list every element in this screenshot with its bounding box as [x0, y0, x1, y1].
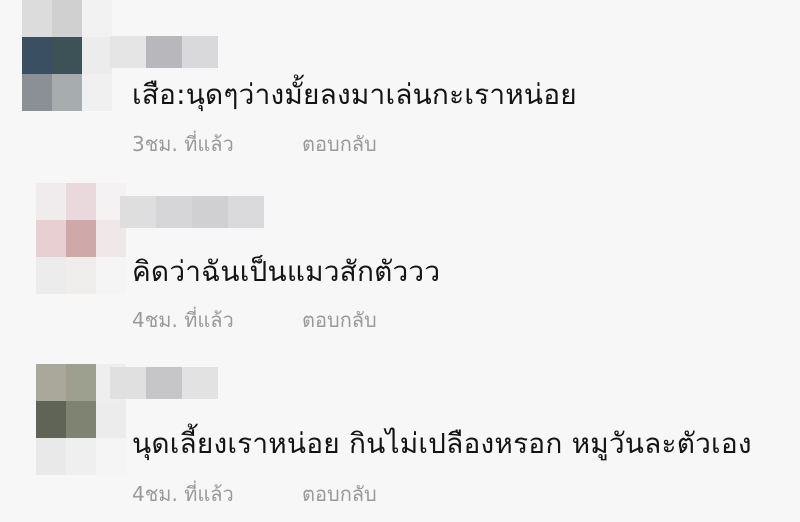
- avatar-pixel: [66, 220, 96, 257]
- avatar-pixel: [66, 438, 96, 475]
- reply-link[interactable]: ตอบกลับ: [302, 308, 377, 332]
- avatar[interactable]: [36, 183, 126, 295]
- commenter-name-blurred[interactable]: [120, 196, 264, 228]
- avatar-pixel: [52, 74, 82, 111]
- avatar-pixel: [82, 0, 112, 37]
- avatar-pixel: [36, 257, 66, 294]
- comment-meta: 4ชม. ที่แล้ว ตอบกลับ: [132, 478, 377, 510]
- comment-timestamp: 4ชม. ที่แล้ว: [132, 482, 234, 506]
- name-pixel: [120, 196, 156, 228]
- avatar-pixel: [66, 257, 96, 294]
- comment-text: เสือ:นุดๆว่างมั้ยลงมาเล่นกะเราหน่อย: [132, 78, 577, 111]
- avatar-pixel: [96, 257, 126, 294]
- avatar-pixel: [96, 401, 126, 438]
- name-pixel: [182, 36, 218, 68]
- avatar-pixel: [22, 0, 52, 37]
- avatar-pixel: [66, 183, 96, 220]
- commenter-name-blurred[interactable]: [110, 36, 218, 68]
- avatar-pixel: [96, 438, 126, 475]
- name-pixel: [146, 367, 182, 399]
- comment-thread: เสือ:นุดๆว่างมั้ยลงมาเล่นกะเราหน่อย 3ชม.…: [0, 0, 800, 522]
- reply-link[interactable]: ตอบกลับ: [302, 482, 377, 506]
- avatar-pixel: [36, 364, 66, 401]
- avatar-pixel: [66, 364, 96, 401]
- commenter-name-blurred[interactable]: [110, 367, 218, 399]
- avatar[interactable]: [22, 0, 112, 112]
- comment-text: นุดเลี้ยงเราหน่อย กินไม่เปลืองหรอก หมูวั…: [132, 427, 752, 460]
- name-pixel: [192, 196, 228, 228]
- avatar-pixel: [36, 438, 66, 475]
- name-pixel: [146, 36, 182, 68]
- name-pixel: [228, 196, 264, 228]
- avatar-pixel: [82, 37, 112, 74]
- name-pixel: [110, 36, 146, 68]
- comment-meta: 4ชม. ที่แล้ว ตอบกลับ: [132, 304, 377, 336]
- avatar-pixel: [52, 37, 82, 74]
- name-pixel: [156, 196, 192, 228]
- comment-meta: 3ชม. ที่แล้ว ตอบกลับ: [132, 128, 377, 160]
- avatar-pixel: [22, 37, 52, 74]
- name-pixel: [110, 367, 146, 399]
- avatar-pixel: [66, 401, 96, 438]
- avatar-pixel: [36, 401, 66, 438]
- name-pixel: [182, 367, 218, 399]
- comment-timestamp: 3ชม. ที่แล้ว: [132, 132, 234, 156]
- comment-timestamp: 4ชม. ที่แล้ว: [132, 308, 234, 332]
- avatar-pixel: [52, 0, 82, 37]
- comment-text: คิดว่าฉันเป็นแมวสักตัววว: [132, 255, 441, 288]
- reply-link[interactable]: ตอบกลับ: [302, 132, 377, 156]
- avatar-pixel: [36, 220, 66, 257]
- avatar-pixel: [36, 183, 66, 220]
- avatar-pixel: [82, 74, 112, 111]
- avatar-pixel: [22, 74, 52, 111]
